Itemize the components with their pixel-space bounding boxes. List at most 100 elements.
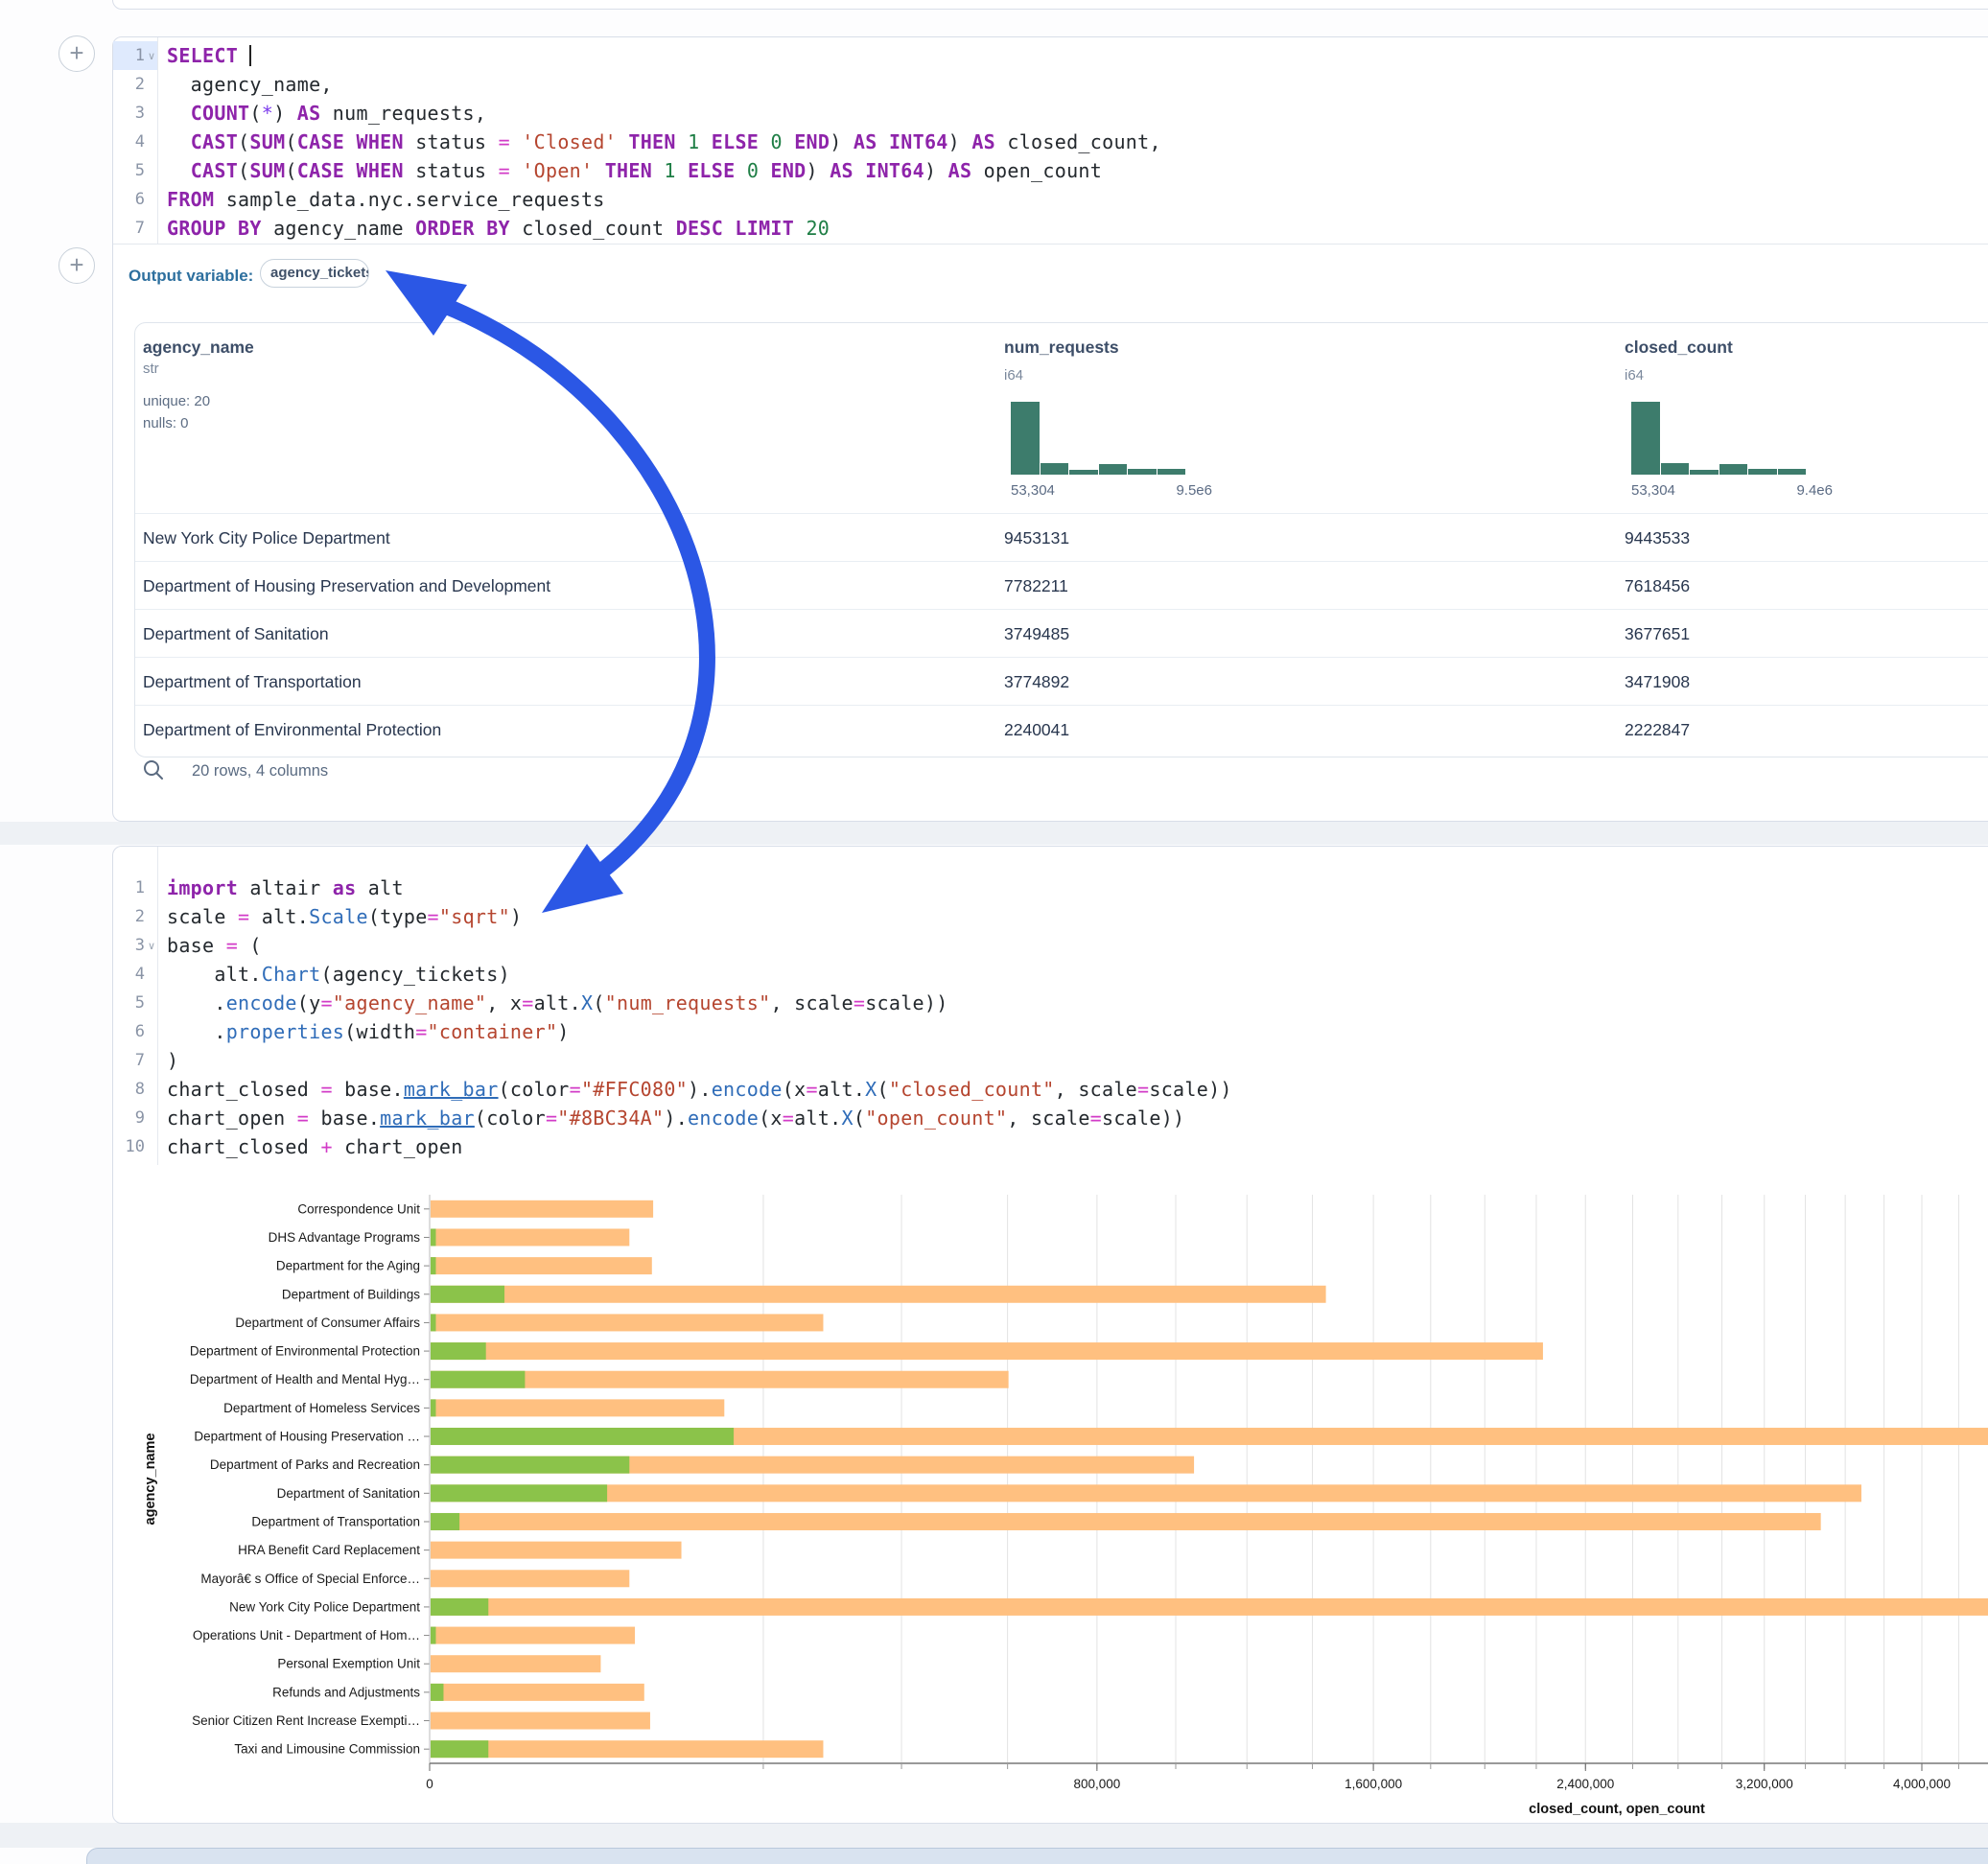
output-variable-input[interactable]: agency_tickets <box>260 259 369 288</box>
closed-count-bar[interactable] <box>431 1314 823 1331</box>
code-line[interactable]: 2 agency_name, <box>113 70 1988 99</box>
y-tick-label: Department of Parks and Recreation <box>210 1457 420 1472</box>
open-count-bar[interactable] <box>431 1428 734 1445</box>
code-text: GROUP BY agency_name ORDER BY closed_cou… <box>167 214 830 243</box>
open-count-bar[interactable] <box>431 1257 436 1274</box>
closed-count-bar[interactable] <box>431 1200 653 1218</box>
open-count-bar[interactable] <box>431 1314 436 1331</box>
notebook-page: + + 1∨SELECT 2 agency_name,3 COUNT(*) AS… <box>0 0 1988 1864</box>
open-count-bar[interactable] <box>431 1684 443 1701</box>
open-count-bar[interactable] <box>431 1371 525 1388</box>
add-cell-button[interactable]: + <box>58 247 95 284</box>
code-line[interactable]: 7 GROUP BY agency_name ORDER BY closed_co… <box>113 214 1988 243</box>
open-count-bar[interactable] <box>431 1598 488 1616</box>
line-number: 5 <box>113 156 145 185</box>
open-count-bar[interactable] <box>431 1740 488 1758</box>
open-count-bar[interactable] <box>431 1399 436 1416</box>
add-cell-button[interactable]: + <box>58 35 95 72</box>
closed-count-bar[interactable] <box>431 1684 644 1701</box>
search-icon[interactable] <box>142 758 165 781</box>
code-line[interactable]: 3∨base = ( <box>113 931 1988 960</box>
sql-code-editor[interactable]: 1∨SELECT 2 agency_name,3 COUNT(*) AS num… <box>113 41 1988 245</box>
table-row[interactable]: Department of Transportation377489234719… <box>135 657 1988 706</box>
closed-count-bar[interactable] <box>431 1570 629 1587</box>
code-line[interactable]: 6FROM sample_data.nyc.service_requests <box>113 185 1988 214</box>
open-count-bar[interactable] <box>431 1513 459 1530</box>
y-tick-label: Correspondence Unit <box>297 1201 420 1216</box>
table-row[interactable]: Department of Environmental Protection22… <box>135 705 1988 754</box>
line-number: 4 <box>113 960 145 989</box>
x-tick-label: 3,200,000 <box>1736 1777 1793 1791</box>
closed-count-bar[interactable] <box>431 1257 652 1274</box>
fold-chevron-icon[interactable]: ∨ <box>148 932 155 961</box>
fold-chevron-icon[interactable]: ∨ <box>148 42 155 71</box>
table-row[interactable]: Department of Sanitation37494853677651 <box>135 609 1988 658</box>
closed-count-bar[interactable] <box>431 1713 650 1730</box>
code-line[interactable]: 5 CAST(SUM(CASE WHEN status = 'Open' THE… <box>113 156 1988 185</box>
closed-count-bar[interactable] <box>431 1513 1821 1530</box>
histogram-bar <box>1099 464 1128 475</box>
line-number: 5 <box>113 989 145 1017</box>
code-text: chart_open = base.mark_bar(color="#8BC34… <box>167 1104 1184 1132</box>
code-line[interactable]: 1∨SELECT <box>113 41 1988 70</box>
result-table-card: agency_name str unique: 20 nulls: 0 num_… <box>134 322 1988 757</box>
column-header-agency-name[interactable]: agency_name str unique: 20 nulls: 0 <box>143 338 254 434</box>
code-line[interactable]: 4 alt.Chart(agency_tickets) <box>113 960 1988 989</box>
line-number: 7 <box>113 214 145 243</box>
open-count-bar[interactable] <box>431 1342 486 1360</box>
closed-count-bar[interactable] <box>431 1655 600 1672</box>
code-line[interactable]: 6 .properties(width="container") <box>113 1017 1988 1046</box>
cell-num-requests: 3774892 <box>1004 658 1069 706</box>
code-line[interactable]: 3 COUNT(*) AS num_requests, <box>113 99 1988 128</box>
histogram-bar <box>1041 463 1069 475</box>
line-number: 6 <box>113 1017 145 1046</box>
code-line[interactable]: 9chart_open = base.mark_bar(color="#8BC3… <box>113 1104 1988 1132</box>
open-count-bar[interactable] <box>431 1228 436 1246</box>
code-line[interactable]: 7) <box>113 1046 1988 1075</box>
closed-count-bar[interactable] <box>431 1342 1543 1360</box>
code-text: agency_name, <box>167 70 333 99</box>
code-line[interactable]: 8chart_closed = base.mark_bar(color="#FF… <box>113 1075 1988 1104</box>
cell-closed-count: 3471908 <box>1625 658 1690 706</box>
code-line[interactable]: 5 .encode(y="agency_name", x=alt.X("num_… <box>113 989 1988 1017</box>
code-line[interactable]: 2scale = alt.Scale(type="sqrt") <box>113 902 1988 931</box>
table-row-count: 20 rows, 4 columns <box>192 762 328 781</box>
altair-bar-chart: Correspondence UnitDHS Advantage Program… <box>1 1180 1988 1823</box>
y-tick-label: Department of Housing Preservation … <box>194 1430 420 1444</box>
closed-count-bar[interactable] <box>431 1740 823 1758</box>
open-count-bar[interactable] <box>431 1286 504 1303</box>
cell-num-requests: 7782211 <box>1004 562 1068 610</box>
column-type: i64 <box>1625 367 1644 384</box>
open-count-bar[interactable] <box>431 1484 607 1502</box>
open-count-bar[interactable] <box>431 1627 436 1644</box>
y-tick-label: Department of Health and Mental Hyg… <box>190 1372 420 1386</box>
hist-min-label: 53,304 <box>1011 482 1055 499</box>
table-row[interactable]: New York City Police Department945313194… <box>135 513 1988 562</box>
x-tick-label: 800,000 <box>1073 1777 1120 1791</box>
closed-count-bar[interactable] <box>431 1598 1988 1616</box>
closed-count-bar[interactable] <box>431 1484 1861 1502</box>
hist-max-label: 9.5e6 <box>1176 482 1212 499</box>
histogram-bar <box>1011 402 1040 475</box>
closed-count-bar[interactable] <box>431 1399 724 1416</box>
line-number: 10 <box>113 1132 145 1161</box>
line-number: 4 <box>113 128 145 156</box>
code-text: chart_closed = base.mark_bar(color="#FFC… <box>167 1075 1232 1104</box>
code-line[interactable]: 4 CAST(SUM(CASE WHEN status = 'Closed' T… <box>113 128 1988 156</box>
closed-count-bar[interactable] <box>431 1228 629 1246</box>
python-code-editor[interactable]: 1import altair as alt2scale = alt.Scale(… <box>113 874 1988 1161</box>
code-text: scale = alt.Scale(type="sqrt") <box>167 902 522 931</box>
y-tick-label: Taxi and Limousine Commission <box>234 1742 420 1757</box>
code-text: CAST(SUM(CASE WHEN status = 'Open' THEN … <box>167 156 1102 185</box>
code-text: SELECT <box>167 41 251 70</box>
open-count-bar[interactable] <box>431 1456 629 1474</box>
code-line[interactable]: 1import altair as alt <box>113 874 1988 902</box>
table-row[interactable]: Department of Housing Preservation and D… <box>135 561 1988 610</box>
histogram-bar <box>1631 402 1660 475</box>
code-line[interactable]: 10chart_closed + chart_open <box>113 1132 1988 1161</box>
next-cell-collapsed-bar[interactable] <box>86 1848 1988 1864</box>
closed-count-bar[interactable] <box>431 1542 682 1559</box>
closed-count-bar[interactable] <box>431 1627 635 1644</box>
closed-count-bar[interactable] <box>431 1286 1326 1303</box>
column-name: num_requests <box>1004 338 1119 358</box>
